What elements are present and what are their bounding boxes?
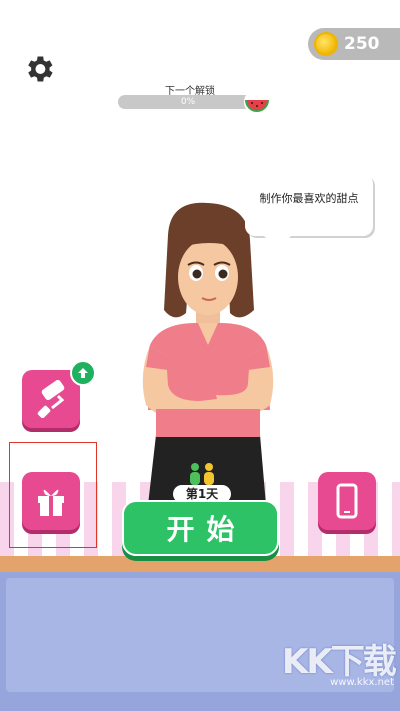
gift-highlight xyxy=(9,442,97,548)
people-icon xyxy=(190,463,214,485)
coin-count: 250 xyxy=(344,34,380,54)
speech-bubble-tail xyxy=(262,234,294,248)
coin-counter: 250 xyxy=(308,28,400,60)
speech-bubble: 制作你最喜欢的甜点 xyxy=(245,174,373,236)
phone-button[interactable] xyxy=(318,472,376,530)
counter-top xyxy=(0,556,400,572)
speech-text: 制作你最喜欢的甜点 xyxy=(259,192,359,205)
watermark-logo: KK下载 www.kkx.net xyxy=(282,630,400,690)
watermark-url: www.kkx.net xyxy=(330,677,394,688)
watermelon-icon xyxy=(244,89,270,115)
start-button[interactable]: 开始 xyxy=(122,500,279,556)
unlock-progress-text: 0% xyxy=(180,97,196,107)
coin-icon xyxy=(314,32,338,56)
gear-icon[interactable] xyxy=(22,52,56,86)
phone-icon xyxy=(336,483,358,519)
paint-roller-icon xyxy=(37,380,65,418)
unlock-progress-bar: 0% xyxy=(118,95,258,109)
arrow-up-icon xyxy=(78,368,88,378)
watermark-text: KK下载 xyxy=(282,642,397,682)
upgrade-badge xyxy=(70,360,96,386)
